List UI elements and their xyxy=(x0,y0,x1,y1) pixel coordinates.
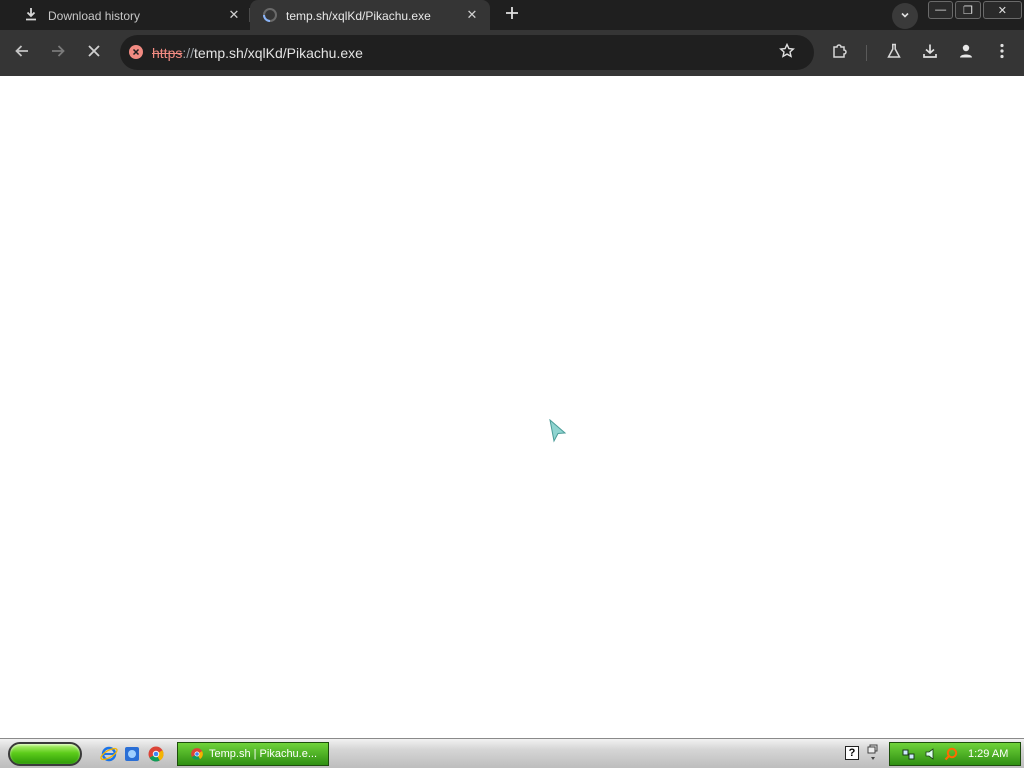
tab-label: temp.sh/xqlKd/Pikachu.exe xyxy=(286,9,431,23)
new-tab-button[interactable] xyxy=(500,4,524,26)
system-tray: 1:29 AM xyxy=(889,742,1021,766)
windows-explorer-icon[interactable] xyxy=(123,745,141,763)
profile-icon xyxy=(958,43,974,64)
tab-close-button[interactable]: ✕ xyxy=(464,7,480,23)
taskbar-item-label: Temp.sh | Pikachu.e... xyxy=(209,748,318,760)
window-controls: — ❐ ✕ xyxy=(928,1,1022,19)
tab-active-temp-sh[interactable]: temp.sh/xqlKd/Pikachu.exe ✕ xyxy=(250,0,490,30)
loading-spinner-icon xyxy=(262,7,278,26)
not-secure-icon[interactable] xyxy=(129,45,143,59)
url-scheme: https xyxy=(152,45,183,61)
chrome-icon[interactable] xyxy=(147,745,165,763)
stop-icon xyxy=(87,44,101,63)
page-content[interactable] xyxy=(0,76,1024,738)
internet-explorer-icon[interactable] xyxy=(100,745,118,763)
address-bar[interactable]: https://temp.sh/xqlKd/Pikachu.exe xyxy=(120,35,814,70)
volume-icon[interactable] xyxy=(924,747,938,761)
clock: 1:29 AM xyxy=(968,748,1009,760)
forward-button[interactable] xyxy=(44,39,72,67)
labs-flask-icon xyxy=(886,43,902,64)
tab-strip: Download history ✕ temp.sh/xqlKd/Pikachu… xyxy=(0,0,1024,30)
mouse-cursor-icon xyxy=(549,418,567,443)
minimize-button[interactable]: — xyxy=(928,1,954,19)
menu-kebab-icon xyxy=(1000,43,1004,64)
extensions-button[interactable] xyxy=(826,39,854,67)
downloads-button[interactable] xyxy=(916,39,944,67)
help-icon[interactable]: ? xyxy=(845,746,859,760)
chrome-icon xyxy=(191,748,203,760)
plus-icon xyxy=(505,6,519,25)
menu-button[interactable] xyxy=(988,39,1016,67)
url-host-path: temp.sh/xqlKd/Pikachu.exe xyxy=(194,45,363,61)
taskbar: Temp.sh | Pikachu.e... ? 1:29 AM xyxy=(0,738,1024,768)
search-icon[interactable] xyxy=(944,747,958,761)
url-separator: :// xyxy=(182,45,195,61)
restore-button[interactable]: ❐ xyxy=(955,1,981,19)
stop-button[interactable] xyxy=(80,39,108,67)
browser-toolbar: https://temp.sh/xqlKd/Pikachu.exe xyxy=(0,30,1024,76)
labs-button[interactable] xyxy=(880,39,908,67)
toolbar-separator xyxy=(866,45,867,61)
downloads-icon xyxy=(922,43,938,64)
network-icon[interactable] xyxy=(902,747,916,761)
download-icon xyxy=(24,7,38,24)
tab-search-button[interactable] xyxy=(892,3,918,29)
start-button[interactable] xyxy=(8,742,82,766)
chevron-down-icon xyxy=(900,7,910,25)
show-desktop-icon[interactable] xyxy=(866,743,880,763)
back-arrow-icon xyxy=(14,43,30,64)
url-text[interactable]: https://temp.sh/xqlKd/Pikachu.exe xyxy=(152,45,363,61)
tab-close-button[interactable]: ✕ xyxy=(226,7,242,23)
tab-label: Download history xyxy=(48,9,141,23)
back-button[interactable] xyxy=(8,39,36,67)
forward-arrow-icon xyxy=(50,43,66,64)
taskbar-item-chrome[interactable]: Temp.sh | Pikachu.e... xyxy=(177,742,329,766)
bookmark-button[interactable] xyxy=(776,42,798,64)
tab-download-history[interactable]: Download history ✕ xyxy=(0,0,250,30)
extensions-icon xyxy=(831,42,849,65)
close-window-button[interactable]: ✕ xyxy=(982,1,1022,19)
profile-button[interactable] xyxy=(952,39,980,67)
bookmark-star-icon xyxy=(779,42,795,64)
